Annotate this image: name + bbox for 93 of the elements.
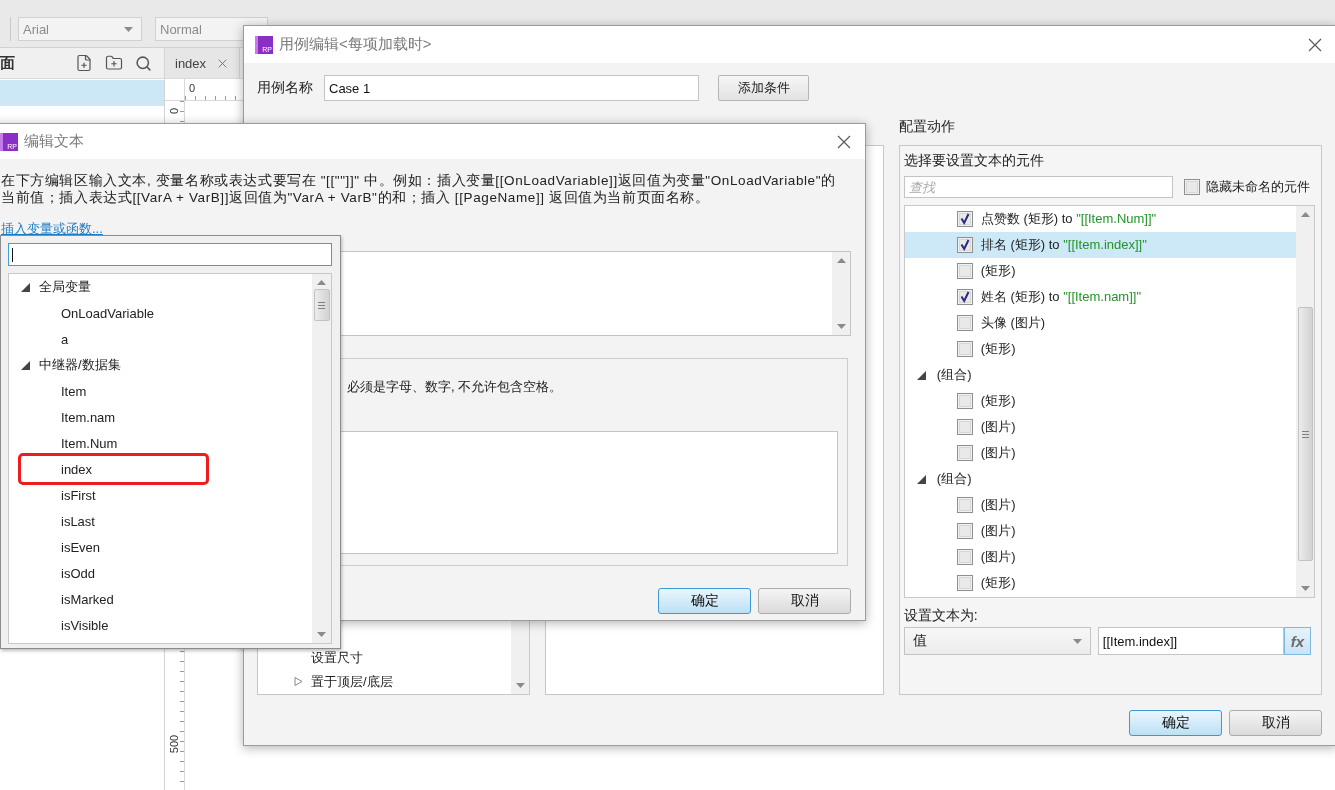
scroll-down-arrow-icon[interactable] bbox=[1300, 586, 1310, 591]
checkbox[interactable] bbox=[956, 523, 973, 539]
confirm-button[interactable]: 确定 bbox=[1129, 710, 1222, 736]
scroll-up-arrow-icon[interactable] bbox=[836, 258, 846, 263]
checkbox[interactable] bbox=[956, 419, 973, 435]
checkbox[interactable] bbox=[956, 315, 973, 331]
tree-item[interactable]: (图片) bbox=[904, 544, 1296, 570]
tree-item[interactable]: 中继器/数据集 bbox=[9, 352, 312, 378]
window-title: 编辑文本 bbox=[24, 132, 84, 151]
window-title: 用例编辑<每项加载时> bbox=[279, 35, 432, 54]
ruler-label: 0 bbox=[189, 82, 196, 94]
add-folder-icon[interactable] bbox=[105, 54, 123, 72]
scroll-down-arrow-icon[interactable] bbox=[836, 324, 846, 329]
ruler-label: 0 bbox=[168, 107, 181, 115]
list-item[interactable]: 置于顶层/底层 bbox=[258, 669, 512, 694]
tree-item[interactable]: (矩形) bbox=[904, 336, 1296, 362]
checkbox[interactable] bbox=[956, 237, 973, 253]
tree-item[interactable]: (组合) bbox=[904, 362, 1296, 388]
tree-item[interactable]: index bbox=[18, 453, 209, 485]
checkbox[interactable] bbox=[956, 263, 973, 279]
checkbox[interactable] bbox=[956, 211, 973, 227]
tree-item[interactable]: 头像 (图片) bbox=[904, 310, 1296, 336]
field-label: 用例名称 bbox=[257, 79, 314, 97]
tree-item[interactable]: 排名 (矩形) to "[[Item.index]]" bbox=[904, 232, 1296, 258]
add-condition-button[interactable]: 添加条件 bbox=[718, 75, 809, 101]
triangle-icon[interactable] bbox=[916, 370, 926, 380]
ruler-label: 500 bbox=[168, 734, 181, 754]
search-icon[interactable] bbox=[135, 54, 152, 72]
checkbox[interactable] bbox=[956, 289, 973, 305]
tree-item[interactable]: isOdd bbox=[9, 560, 312, 586]
tree-item[interactable]: (矩形) bbox=[904, 570, 1296, 596]
tree-item[interactable]: isMarked bbox=[9, 586, 312, 612]
close-icon[interactable] bbox=[1308, 37, 1322, 52]
value-field[interactable]: [[Item.index]] bbox=[1097, 627, 1284, 655]
tree-item[interactable]: isEven bbox=[9, 534, 312, 560]
value-type-dropdown[interactable]: 值 bbox=[903, 627, 1091, 655]
tree-item[interactable]: (矩形) bbox=[904, 388, 1296, 414]
tree-item[interactable]: Item.nam bbox=[9, 404, 312, 430]
tree-item[interactable]: OnLoadVariable bbox=[9, 300, 312, 326]
add-page-icon[interactable] bbox=[75, 54, 93, 72]
checkbox[interactable] bbox=[1183, 179, 1200, 195]
panel-subtitle: 选择要设置文本的元件 bbox=[903, 152, 1045, 168]
cancel-button[interactable]: 取消 bbox=[758, 588, 851, 614]
checkbox[interactable] bbox=[956, 341, 973, 357]
tree-item[interactable]: (图片) bbox=[904, 518, 1296, 544]
triangle-icon[interactable] bbox=[21, 360, 30, 370]
hint-text: 必须是字母、数字, 不允许包含空格。 bbox=[347, 379, 563, 395]
list-item[interactable]: 设置尺寸 bbox=[258, 645, 512, 669]
scroll-down-arrow-icon[interactable] bbox=[317, 632, 326, 637]
triangle-icon[interactable] bbox=[916, 474, 926, 484]
tree-item[interactable]: isLast bbox=[9, 508, 312, 534]
panel-title: 面 bbox=[0, 53, 15, 73]
checkbox-label[interactable]: 隐藏未命名的元件 bbox=[1205, 178, 1310, 196]
tree-item[interactable]: (组合) bbox=[904, 466, 1296, 492]
checkbox[interactable] bbox=[956, 575, 973, 591]
tree-item[interactable]: isFirst bbox=[9, 482, 312, 508]
search-field[interactable]: 查找 bbox=[903, 176, 1173, 198]
insert-variable-link[interactable]: 插入变量或函数... bbox=[1, 220, 103, 237]
tree-item[interactable]: Item.Num bbox=[9, 430, 312, 456]
tree-item[interactable]: 全局变量 bbox=[9, 274, 312, 300]
tree-item[interactable]: 点赞数 (矩形) to "[[Item.Num]]" bbox=[904, 206, 1296, 232]
close-icon[interactable] bbox=[218, 58, 227, 68]
scroll-up-arrow-icon[interactable] bbox=[317, 280, 326, 285]
scroll-up-arrow-icon[interactable] bbox=[1300, 212, 1310, 217]
tree-item[interactable]: 姓名 (矩形) to "[[Item.nam]]" bbox=[904, 284, 1296, 310]
section-heading: 配置动作 bbox=[898, 117, 955, 136]
scroll-down-arrow-icon[interactable] bbox=[515, 683, 525, 688]
case-name-field[interactable]: Case 1 bbox=[324, 75, 699, 101]
field-label: 设置文本为: bbox=[903, 607, 979, 623]
tree-item[interactable]: (矩形) bbox=[904, 258, 1296, 284]
tree-item[interactable]: isVisible bbox=[9, 612, 312, 638]
tree-item[interactable]: (图片) bbox=[904, 492, 1296, 518]
fx-button[interactable]: fx bbox=[1283, 627, 1311, 655]
tree-item[interactable]: (图片) bbox=[904, 440, 1296, 466]
tree-item[interactable]: (图片) bbox=[904, 414, 1296, 440]
caret-icon bbox=[124, 26, 133, 32]
tree-item[interactable]: a bbox=[9, 326, 312, 352]
text-cursor-icon bbox=[12, 247, 13, 262]
scrollbar-thumb[interactable] bbox=[1297, 307, 1313, 561]
close-icon[interactable] bbox=[837, 134, 851, 149]
checkbox[interactable] bbox=[956, 497, 973, 513]
caret-icon bbox=[1072, 638, 1082, 644]
tree-item[interactable]: Item bbox=[9, 378, 312, 404]
checkbox[interactable] bbox=[956, 393, 973, 409]
confirm-button[interactable]: 确定 bbox=[658, 588, 751, 614]
document-tab[interactable]: index bbox=[165, 48, 240, 78]
checkbox[interactable] bbox=[956, 445, 973, 461]
scrollbar-thumb[interactable] bbox=[313, 289, 330, 321]
triangle-icon[interactable] bbox=[21, 282, 30, 292]
checkbox[interactable] bbox=[956, 549, 973, 565]
instruction-text: 在下方编辑区输入文本, 变量名称或表达式要写在 "[[""]]" 中。例如：插入变量[[OnLoadVariable]]返回值为变量"OnLoadVariable"的当前值；插入表达式[[VarA + VarB]]返回值为"VarA + VarB"的和；插入 [[PageName]] 返回值为当前页面名称。 bbox=[1, 172, 837, 206]
cancel-button[interactable]: 取消 bbox=[1229, 710, 1322, 736]
search-field[interactable] bbox=[8, 243, 332, 266]
